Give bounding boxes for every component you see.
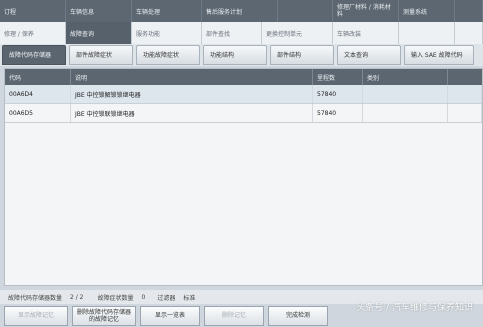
symptom-count-value: 0: [141, 293, 146, 301]
column-header-description[interactable]: 说明: [71, 69, 313, 85]
menu-measurement[interactable]: 测量系统: [399, 0, 455, 22]
delete-memory-button[interactable]: 删除记忆: [204, 305, 264, 326]
tab-fault-memory[interactable]: 故障代码存储器: [2, 45, 66, 65]
table-row[interactable]: 00A6D5 JBE 中控锁联锁继电器 57840: [5, 104, 482, 123]
show-fault-memory-button[interactable]: 显示故障记忆: [4, 305, 68, 326]
submenu-part-search[interactable]: 部件查找: [202, 22, 262, 44]
column-header-mileage[interactable]: 里程数: [313, 69, 363, 85]
show-overview-button[interactable]: 显示一览表: [140, 305, 200, 326]
cell-category: [363, 104, 448, 122]
filter-value[interactable]: 标准: [183, 293, 195, 302]
menu-blank-2[interactable]: [455, 0, 483, 22]
column-header-extra[interactable]: [448, 69, 482, 85]
cell-extra: [448, 104, 482, 122]
cell-mileage: 57840: [313, 104, 363, 122]
menu-vehicle-info[interactable]: 车辆信息: [66, 0, 132, 22]
cell-code: 00A6D4: [5, 85, 71, 103]
submenu-blank-2[interactable]: [455, 22, 483, 44]
tab-component-structure[interactable]: 部件结构: [270, 45, 334, 65]
column-header-category[interactable]: 类别: [363, 69, 448, 85]
cell-category: [363, 85, 448, 103]
menu-vehicle-handling[interactable]: 车辆处理: [132, 0, 202, 22]
tab-bar: 故障代码存储器 部件故障症状 功能故障症状 功能结构 部件结构 文本查询 输入 …: [0, 44, 483, 66]
sub-menu-row: 修理 / 保养 故障查询 服务功能 部件查找 更换控制单元 车辆改装: [0, 22, 483, 44]
menu-service-plan[interactable]: 售后服务计划: [202, 0, 278, 22]
cell-mileage: 57840: [313, 85, 363, 103]
fault-count-value: 2 / 2: [70, 293, 84, 301]
tab-text-search[interactable]: 文本查询: [337, 45, 401, 65]
watermark-text: 头条号 / 汽车维修与保养知识: [356, 303, 473, 313]
main-menu-row: 订程 车辆信息 车辆处理 售后服务计划 修理厂材料 / 消耗材料 测量系统: [0, 0, 483, 22]
tab-function-symptom[interactable]: 功能故障症状: [136, 45, 200, 65]
cell-description: JBE 中控锁解锁锁继电器: [71, 85, 313, 103]
cell-extra: [448, 85, 482, 103]
submenu-fault-query[interactable]: 故障查询: [66, 22, 132, 44]
cell-description: JBE 中控锁联锁继电器: [71, 104, 313, 122]
table-row[interactable]: 00A6D4 JBE 中控锁解锁锁继电器 57840: [5, 85, 482, 104]
cell-code: 00A6D5: [5, 104, 71, 122]
menu-blank-1[interactable]: [278, 0, 333, 22]
filter-label: 过滤器: [157, 294, 176, 302]
submenu-replace-control-unit[interactable]: 更换控制单元: [262, 22, 333, 44]
fault-code-table: 代码 说明 里程数 类别 00A6D4 JBE 中控锁解锁锁继电器 57840 …: [4, 68, 483, 286]
tab-function-structure[interactable]: 功能结构: [203, 45, 267, 65]
submenu-vehicle-modification[interactable]: 车辆改装: [333, 22, 399, 44]
submenu-repair-maintenance[interactable]: 修理 / 保养: [0, 22, 66, 44]
fault-count-label: 故障代码存储器数量: [8, 294, 63, 302]
submenu-blank-1[interactable]: [399, 22, 455, 44]
column-header-code[interactable]: 代码: [5, 69, 71, 85]
delete-fault-memory-button[interactable]: 删除故障代码存储器的故障记忆: [72, 305, 136, 326]
menu-process[interactable]: 订程: [0, 0, 66, 22]
symptom-count-label: 故障症状数量: [97, 294, 134, 302]
finish-test-button[interactable]: 完成检测: [268, 305, 328, 326]
submenu-service-function[interactable]: 服务功能: [132, 22, 202, 44]
table-header: 代码 说明 里程数 类别: [5, 69, 482, 85]
tab-enter-sae-code[interactable]: 输入 SAE 故障代码: [404, 45, 474, 65]
tab-component-symptom[interactable]: 部件故障症状: [69, 45, 133, 65]
menu-workshop-material[interactable]: 修理厂材料 / 消耗材料: [333, 0, 399, 22]
